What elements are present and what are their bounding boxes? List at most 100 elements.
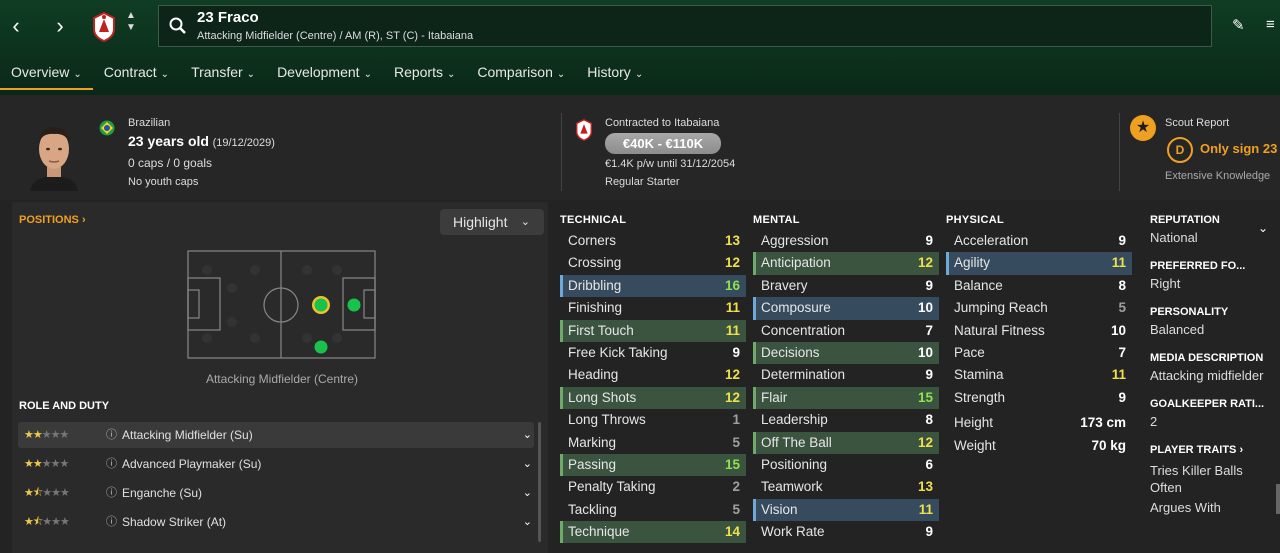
- tab-comparison[interactable]: Comparison ⌄: [466, 60, 576, 90]
- technical-attr-row[interactable]: Technique 14: [560, 521, 746, 544]
- technical-attr-row[interactable]: Passing 15: [560, 453, 746, 477]
- role-name: Advanced Playmaker (Su): [122, 457, 262, 471]
- player-face-image: [30, 127, 78, 191]
- attr-value: 9: [925, 233, 933, 248]
- technical-attr-row[interactable]: Finishing 11: [560, 297, 746, 319]
- technical-attr-row[interactable]: Penalty Taking 2: [560, 476, 746, 498]
- transfer-value-badge[interactable]: €40K - €110K: [605, 133, 721, 154]
- contract-wage: €1.4K p/w until 31/12/2054: [605, 158, 736, 170]
- technical-attr-row[interactable]: Heading 12: [560, 364, 746, 386]
- tab-reports[interactable]: Reports ⌄: [383, 60, 466, 90]
- back-arrow-icon[interactable]: ‹: [4, 12, 28, 40]
- preferred-foot-heading: PREFERRED FO...: [1150, 260, 1246, 272]
- mental-attr-row[interactable]: Positioning 6: [753, 454, 939, 476]
- attr-value: 12: [724, 367, 740, 383]
- mental-attr-row[interactable]: Leadership 8: [753, 409, 939, 431]
- technical-attr-row[interactable]: Tackling 5: [560, 499, 746, 521]
- crest-switch-chevrons-icon[interactable]: ▲ ▼: [126, 10, 136, 34]
- mental-attr-row[interactable]: Determination 9: [753, 364, 939, 386]
- mental-attr-row[interactable]: Teamwork 13: [753, 476, 939, 498]
- youth-caps: No youth caps: [128, 176, 199, 188]
- edit-pencil-icon[interactable]: ✎: [1232, 16, 1245, 34]
- physical-attr-row[interactable]: Pace 7: [946, 342, 1132, 364]
- highlight-dropdown[interactable]: Highlight ⌄: [440, 209, 544, 235]
- technical-attr-row[interactable]: Free Kick Taking 9: [560, 342, 746, 364]
- forward-arrow-icon[interactable]: ›: [48, 12, 72, 40]
- technical-column: TECHNICAL Corners 13 Crossing 12 Dribbling 16…: [560, 210, 746, 544]
- attr-value: 11: [725, 300, 740, 316]
- attr-name: Off The Ball: [761, 434, 832, 450]
- technical-attr-row[interactable]: Marking 5: [560, 432, 746, 454]
- physical-attr-row[interactable]: Natural Fitness 10: [946, 320, 1132, 342]
- role-dropdown-chevron-icon[interactable]: ⌄: [523, 422, 532, 448]
- role-duty-heading: ROLE AND DUTY: [19, 400, 110, 412]
- mental-attr-row[interactable]: Anticipation 12: [753, 252, 939, 275]
- technical-attr-row[interactable]: Dribbling 16: [560, 274, 746, 298]
- header-bar: ‹ › ▲ ▼ 23 Fraco Attacking Midfielder (Ce…: [0, 0, 1280, 95]
- mental-attr-row[interactable]: Work Rate 9: [753, 521, 939, 543]
- role-row[interactable]: ★⯪★★★ ⓘ Enganche (Su) ⌄: [18, 480, 534, 506]
- physical-attr-row[interactable]: Balance 8: [946, 275, 1132, 297]
- attr-name: Marking: [568, 434, 617, 450]
- player-title-box[interactable]: 23 Fraco Attacking Midfielder (Centre) /…: [158, 5, 1212, 47]
- attr-value: 12: [724, 389, 740, 405]
- tab-transfer[interactable]: Transfer ⌄: [180, 60, 266, 90]
- physical-attr-row[interactable]: Strength 9: [946, 387, 1132, 409]
- player-traits-heading[interactable]: PLAYER TRAITS ›: [1150, 444, 1280, 456]
- role-scrollbar[interactable]: [538, 422, 541, 542]
- tab-history[interactable]: History ⌄: [576, 60, 654, 90]
- physical-attr-row[interactable]: Agility 11: [946, 252, 1132, 275]
- role-dropdown-chevron-icon[interactable]: ⌄: [523, 509, 532, 535]
- attr-name: Finishing: [568, 300, 623, 316]
- attr-name: Flair: [761, 389, 788, 405]
- traits-scrollbar[interactable]: [1276, 484, 1280, 514]
- physical-attr-row[interactable]: Stamina 11: [946, 364, 1132, 386]
- info-icon[interactable]: ⓘ: [106, 480, 117, 506]
- attr-value: 7: [1118, 344, 1126, 360]
- tab-development[interactable]: Development ⌄: [266, 60, 383, 90]
- mental-attr-row[interactable]: Aggression 9: [753, 230, 939, 252]
- physical-column: PHYSICAL Acceleration 9 Agility 11 Balance 8 J…: [946, 210, 1132, 457]
- attr-value: 5: [732, 501, 740, 517]
- role-dropdown-chevron-icon[interactable]: ⌄: [523, 480, 532, 506]
- player-info-bar: Brazilian 23 years old (19/12/2029) 0 ca…: [0, 95, 1280, 200]
- club-crest-small-icon: [575, 119, 593, 141]
- positions-heading[interactable]: POSITIONS ›: [19, 214, 86, 226]
- role-row[interactable]: ★★★★★ ⓘ Attacking Midfielder (Su) ⌄: [18, 422, 534, 448]
- attr-value: 13: [724, 233, 740, 248]
- attr-name: Leadership: [761, 412, 828, 428]
- info-icon[interactable]: ⓘ: [106, 422, 117, 448]
- more-icon[interactable]: ≡: [1266, 16, 1275, 33]
- mental-attr-row[interactable]: Vision 11: [753, 498, 939, 522]
- mental-attr-row[interactable]: Composure 10: [753, 297, 939, 320]
- attr-name: Technique: [568, 524, 630, 540]
- brazil-flag-icon: [99, 120, 115, 136]
- role-row[interactable]: ★★★★★ ⓘ Advanced Playmaker (Su) ⌄: [18, 451, 534, 477]
- technical-attr-row[interactable]: Long Throws 1: [560, 409, 746, 431]
- mental-attr-row[interactable]: Off The Ball 12: [753, 431, 939, 454]
- technical-attr-row[interactable]: Corners 13: [560, 230, 746, 252]
- mental-attr-row[interactable]: Flair 15: [753, 386, 939, 410]
- info-icon[interactable]: ⓘ: [106, 509, 117, 535]
- role-row[interactable]: ★⯪★★★ ⓘ Shadow Striker (At) ⌄: [18, 509, 534, 535]
- physical-attr-row[interactable]: Acceleration 9: [946, 230, 1132, 252]
- mental-attr-row[interactable]: Concentration 7: [753, 320, 939, 342]
- technical-attr-row[interactable]: Crossing 12: [560, 252, 746, 274]
- attr-value: 10: [917, 300, 933, 316]
- club-crest-icon[interactable]: [92, 12, 116, 42]
- role-dropdown-chevron-icon[interactable]: ⌄: [523, 451, 532, 477]
- mental-attr-row[interactable]: Decisions 10: [753, 341, 939, 365]
- technical-attr-row[interactable]: Long Shots 12: [560, 386, 746, 410]
- physical-attr-row[interactable]: Jumping Reach 5: [946, 297, 1132, 319]
- reputation-chevron-icon[interactable]: ⌄: [1258, 221, 1268, 235]
- attr-name: Decisions: [761, 344, 820, 360]
- search-icon[interactable]: [169, 17, 187, 35]
- technical-attr-row[interactable]: First Touch 11: [560, 319, 746, 342]
- scout-verdict[interactable]: Only sign 23 F: [1200, 141, 1280, 156]
- scout-star-icon: ★: [1130, 115, 1156, 141]
- tab-overview[interactable]: Overview ⌄: [0, 60, 93, 90]
- tab-contract[interactable]: Contract ⌄: [93, 60, 180, 90]
- mental-attr-row[interactable]: Bravery 9: [753, 275, 939, 297]
- info-icon[interactable]: ⓘ: [106, 451, 117, 477]
- nationality: Brazilian: [128, 117, 171, 129]
